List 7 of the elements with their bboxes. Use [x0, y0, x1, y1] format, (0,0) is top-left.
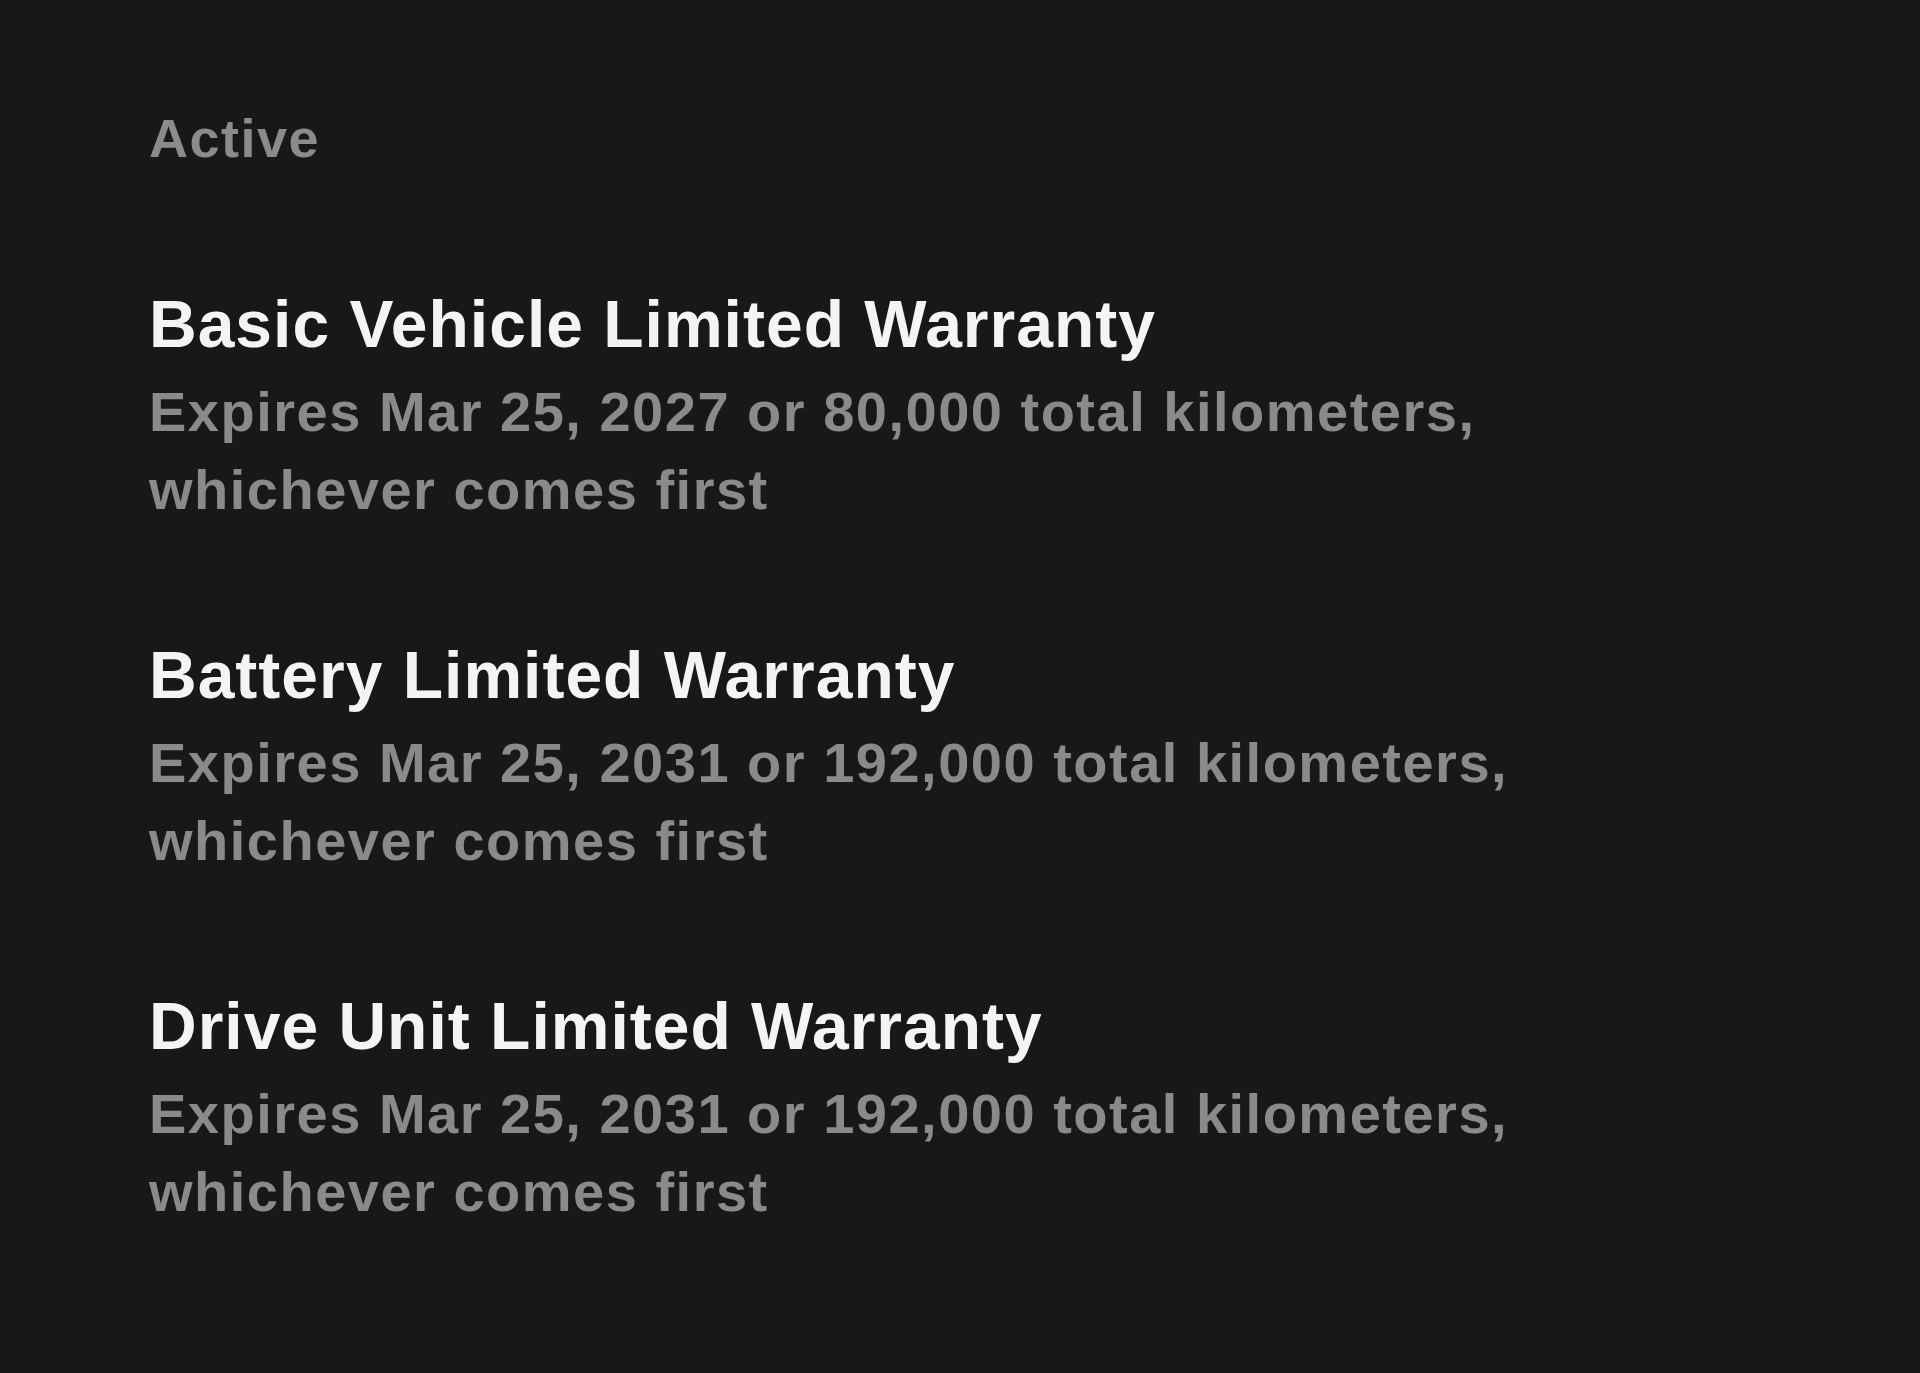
section-heading: Active [149, 107, 321, 170]
warranty-title: Basic Vehicle Limited Warranty [149, 286, 1156, 363]
warranty-title: Drive Unit Limited Warranty [149, 988, 1043, 1065]
warranty-title: Battery Limited Warranty [149, 637, 956, 714]
warranty-details: Expires Mar 25, 2031 or 192,000 total kilometers, whichever comes first [149, 730, 1510, 874]
warranty-details: Expires Mar 25, 2027 or 80,000 total kilometers, whichever comes first [149, 379, 1477, 523]
warranty-details: Expires Mar 25, 2031 or 192,000 total kilometers, whichever comes first [149, 1081, 1510, 1225]
